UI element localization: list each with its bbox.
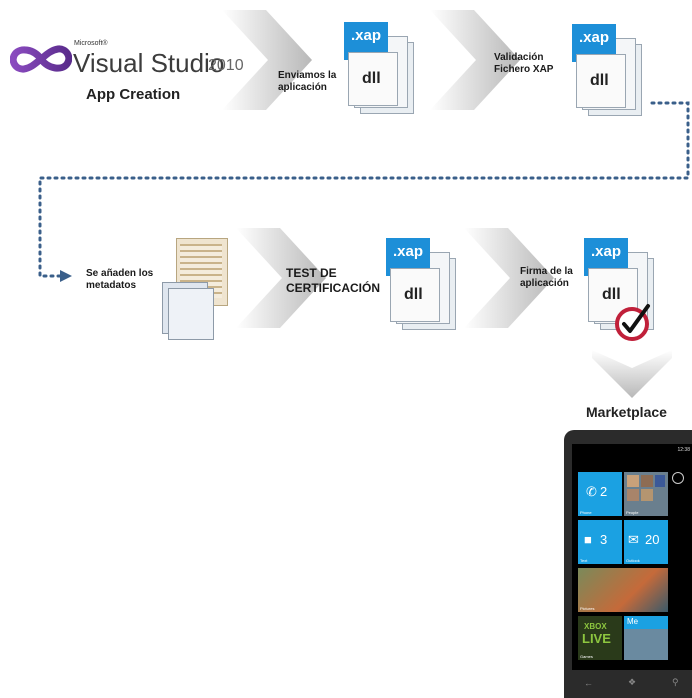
me-tile: Me xyxy=(624,616,668,660)
phone-screen: 12:38 ✆ 2 Phone People ■ 3 Text ✉ 20 Out… xyxy=(572,444,692,670)
checkmark-seal-icon xyxy=(615,304,650,341)
phone-clock: 12:38 xyxy=(677,447,690,453)
phone-hardware-buttons: ← ❖ ⚲ xyxy=(572,674,692,694)
people-tile: People xyxy=(624,472,668,516)
arrow-circle-icon xyxy=(672,472,684,484)
outlook-tile: ✉ 20 Outlook xyxy=(624,520,668,564)
down-arrow-icon xyxy=(592,350,672,398)
search-icon: ⚲ xyxy=(672,677,679,687)
step-test-label: TEST DE CERTIFICACIÓN xyxy=(286,266,380,295)
envelope-icon: ✉ xyxy=(628,532,639,547)
step-metadata-label: Se añaden los metadatos xyxy=(86,268,154,291)
step-sign-label: Firma de la aplicación xyxy=(520,266,573,289)
signed-xap-file-icon: .xap dll xyxy=(584,238,664,342)
text-tile: ■ 3 Text xyxy=(578,520,622,564)
phone-glyph-icon: ✆ xyxy=(586,484,597,499)
windows-logo-icon: ❖ xyxy=(628,677,637,687)
pictures-tile: Pictures xyxy=(578,568,668,612)
xbox-live-tile: XBOX LIVE Games xyxy=(578,616,622,660)
metadata-documents-icon xyxy=(160,238,232,340)
windows-phone-device: 12:38 ✆ 2 Phone People ■ 3 Text ✉ 20 Out… xyxy=(564,430,692,698)
arrow-head-icon xyxy=(60,270,72,282)
xap-file-icon: .xap dll xyxy=(386,238,458,330)
message-bubble-icon: ■ xyxy=(584,532,592,547)
phone-tile: ✆ 2 Phone xyxy=(578,472,622,516)
back-arrow-icon: ← xyxy=(584,678,593,688)
marketplace-label: Marketplace xyxy=(586,404,667,420)
